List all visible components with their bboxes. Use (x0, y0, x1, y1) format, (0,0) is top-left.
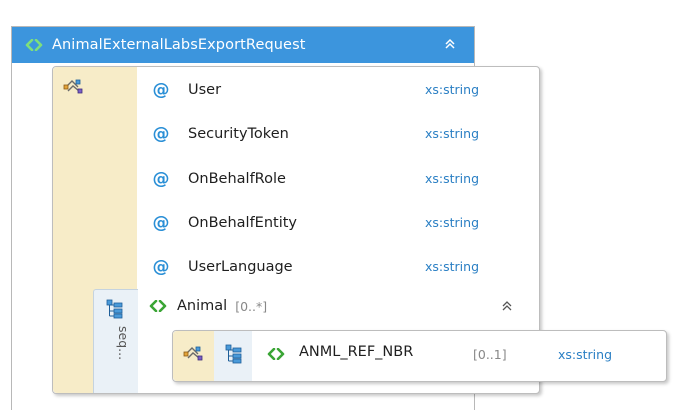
sequence-connector-icon (183, 345, 205, 365)
model-group-strip: seq... (53, 67, 138, 393)
attribute-icon: @ (152, 80, 170, 100)
attribute-type: xs:string (425, 82, 480, 97)
sequence-tree-icon (106, 299, 124, 323)
element-name: ANML_REF_NBR (299, 344, 414, 360)
element-name: Animal (177, 298, 228, 314)
attribute-row[interactable]: @ OnBehalfEntity (152, 211, 298, 235)
sequence-strip (214, 331, 252, 381)
sequence-label: seq... (116, 326, 131, 361)
occurrence-label: [0..*] (235, 298, 268, 314)
attribute-name: OnBehalfEntity (188, 215, 298, 231)
sequence-tree-icon (225, 344, 243, 368)
attribute-type: xs:string (425, 215, 480, 230)
element-type: xs:string (558, 347, 613, 362)
attribute-name: User (188, 82, 222, 98)
root-element-header[interactable]: AnimalExternalLabsExportRequest (12, 27, 474, 63)
model-group-strip (173, 331, 214, 381)
attribute-type: xs:string (425, 171, 480, 186)
sequence-connector-icon (63, 78, 85, 98)
double-chevron-up-icon[interactable] (501, 300, 513, 312)
element-icon (25, 39, 43, 51)
root-element-title: AnimalExternalLabsExportRequest (52, 37, 306, 53)
element-icon (267, 348, 285, 360)
sequence-tab[interactable]: seq... (93, 289, 138, 393)
attribute-name: SecurityToken (188, 126, 289, 142)
attribute-icon: @ (152, 257, 170, 277)
child-element-box[interactable]: ANML_REF_NBR [0..1] xs:string (172, 330, 667, 382)
attribute-icon: @ (152, 169, 170, 189)
attribute-row[interactable]: @ UserLanguage (152, 255, 293, 279)
attribute-row[interactable]: @ SecurityToken (152, 122, 289, 146)
animal-element-row[interactable]: Animal [0..*] (149, 294, 267, 318)
attribute-name: UserLanguage (188, 259, 293, 275)
attribute-type: xs:string (425, 259, 480, 274)
double-chevron-up-icon[interactable] (444, 38, 456, 50)
attribute-name: OnBehalfRole (188, 171, 286, 187)
attribute-type: xs:string (425, 126, 480, 141)
attribute-row[interactable]: @ User (152, 78, 222, 102)
element-icon (149, 300, 167, 312)
attribute-icon: @ (152, 124, 170, 144)
attribute-row[interactable]: @ OnBehalfRole (152, 167, 286, 191)
occurrence-label: [0..1] (473, 347, 507, 362)
attribute-icon: @ (152, 213, 170, 233)
